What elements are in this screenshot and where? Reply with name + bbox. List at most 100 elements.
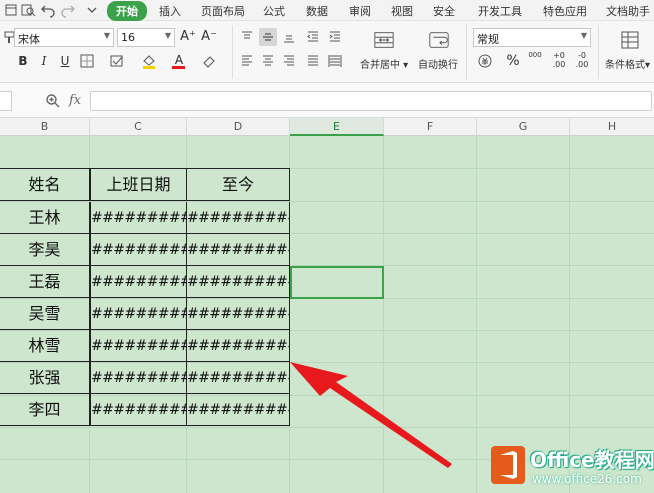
date-cell[interactable]: ######### — [90, 362, 187, 394]
font-name-select[interactable]: 宋体 ▼ — [14, 28, 114, 47]
tab-security[interactable]: 安全 — [433, 3, 455, 19]
shrink-font-button[interactable]: A⁻ — [200, 28, 218, 46]
currency-icon[interactable] — [476, 52, 494, 70]
bold-button[interactable]: B — [14, 52, 32, 70]
name-cell[interactable]: 王林 — [0, 202, 90, 234]
fill-color-icon[interactable] — [140, 52, 158, 70]
indent-increase-icon[interactable] — [326, 28, 344, 46]
until-now-cell[interactable]: ########## — [187, 266, 290, 298]
name-cell[interactable]: 李昊 — [0, 234, 90, 266]
font-size-value: 16 — [121, 31, 135, 44]
ribbon-divider — [466, 25, 467, 79]
distributed-align-icon[interactable] — [326, 52, 344, 70]
align-right-icon[interactable] — [280, 52, 298, 70]
customize-toolbar-icon[interactable] — [84, 2, 100, 18]
tab-insert[interactable]: 插入 — [159, 3, 181, 19]
name-cell[interactable]: 张强 — [0, 362, 90, 394]
undo-icon[interactable] — [40, 2, 56, 18]
until-now-cell[interactable]: ########## — [187, 202, 290, 234]
column-header-d[interactable]: D — [187, 118, 290, 136]
date-cell[interactable]: ######### — [90, 202, 187, 234]
tab-view[interactable]: 视图 — [391, 3, 413, 19]
tab-page-layout[interactable]: 页面布局 — [201, 3, 245, 19]
decrease-decimal-button[interactable]: -0 .00 — [572, 51, 592, 69]
tab-data[interactable]: 数据 — [306, 3, 328, 19]
watermark-url: www.office26.com — [532, 472, 642, 486]
date-cell[interactable]: ######### — [90, 266, 187, 298]
header-cell-name[interactable]: 姓名 — [0, 169, 90, 201]
wrap-text-button[interactable]: 自动换行 — [418, 56, 458, 71]
watermark-logo: Office教程网 www.office26.com — [488, 442, 654, 493]
tab-formulas[interactable]: 公式 — [263, 3, 285, 19]
tab-home[interactable]: 开始 — [107, 1, 147, 21]
name-box[interactable] — [0, 91, 12, 111]
eraser-icon[interactable] — [200, 52, 218, 70]
print-preview-icon[interactable] — [3, 2, 19, 18]
until-now-cell[interactable]: ########## — [187, 330, 290, 362]
column-header-c[interactable]: C — [90, 118, 187, 136]
formula-input[interactable] — [90, 91, 652, 111]
formula-bar: fx — [0, 83, 654, 118]
column-headers: B C D E F G H — [0, 118, 654, 136]
font-color-button[interactable]: A — [170, 51, 188, 69]
underline-button[interactable]: U — [56, 52, 74, 70]
percent-button[interactable]: % — [504, 52, 522, 70]
grow-font-button[interactable]: A⁺ — [179, 28, 197, 46]
tab-doc-assistant[interactable]: 文档助手 — [606, 3, 650, 19]
name-cell[interactable]: 林雪 — [0, 330, 90, 362]
column-header-g[interactable]: G — [477, 118, 570, 136]
conditional-format-label: 条件格式 — [605, 60, 645, 71]
chevron-down-icon: ▼ — [580, 31, 587, 40]
align-bottom-icon[interactable] — [280, 28, 298, 46]
header-cell-until-now[interactable]: 至今 — [187, 169, 290, 201]
merge-center-button[interactable]: 合并居中 ▾ — [360, 56, 408, 71]
header-cell-start-date[interactable]: 上班日期 — [90, 169, 187, 201]
until-now-cell[interactable]: ########## — [187, 298, 290, 330]
fx-icon[interactable]: fx — [69, 93, 81, 108]
name-cell[interactable]: 李四 — [0, 394, 90, 426]
name-cell[interactable]: 王磊 — [0, 266, 90, 298]
date-cell[interactable]: ######### — [90, 234, 187, 266]
zoom-search-icon[interactable] — [45, 93, 63, 111]
indent-decrease-icon[interactable] — [304, 28, 322, 46]
tab-special-apps[interactable]: 特色应用 — [543, 3, 587, 19]
align-center-icon[interactable] — [259, 52, 277, 70]
until-now-cell[interactable]: ########## — [187, 362, 290, 394]
italic-button[interactable]: I — [35, 52, 53, 70]
date-cell[interactable]: ######### — [90, 330, 187, 362]
column-header-h[interactable]: H — [570, 118, 654, 136]
annotation-arrow — [290, 362, 452, 468]
borders-icon[interactable] — [78, 52, 96, 70]
column-header-e[interactable]: E — [290, 118, 384, 136]
ribbon-divider — [232, 25, 233, 79]
name-cell[interactable]: 吴雪 — [0, 298, 90, 330]
until-now-cell[interactable]: ########## — [187, 394, 290, 426]
font-size-select[interactable]: 16 ▼ — [117, 28, 175, 47]
conditional-format-icon[interactable] — [619, 29, 641, 51]
align-left-icon[interactable] — [238, 52, 256, 70]
find-icon[interactable] — [20, 2, 36, 18]
menu-bar: 开始 插入 页面布局 公式 数据 审阅 视图 安全 开发工具 特色应用 文档助手 — [0, 0, 654, 21]
date-cell[interactable]: ######### — [90, 394, 187, 426]
redo-icon[interactable] — [60, 2, 76, 18]
conditional-format-button[interactable]: 条件格式▾ — [605, 56, 650, 71]
tab-review[interactable]: 审阅 — [349, 3, 371, 19]
number-format-select[interactable]: 常规 ▼ — [473, 28, 591, 47]
align-top-icon[interactable] — [238, 28, 256, 46]
office-logo-icon — [491, 446, 525, 484]
merge-center-icon[interactable] — [372, 29, 396, 51]
until-now-cell[interactable]: ########## — [187, 234, 290, 266]
date-cell[interactable]: ######### — [90, 298, 187, 330]
tab-developer[interactable]: 开发工具 — [478, 3, 522, 19]
column-header-f[interactable]: F — [384, 118, 477, 136]
increase-decimal-button[interactable]: +0 .00 — [549, 51, 569, 69]
thousands-button[interactable]: 000 — [526, 51, 544, 69]
font-color-swatch — [172, 66, 185, 69]
column-header-b[interactable]: B — [0, 118, 90, 136]
justify-icon[interactable] — [304, 52, 322, 70]
align-middle-icon[interactable] — [259, 28, 277, 46]
selected-cell-e[interactable] — [290, 266, 384, 299]
arrow-shape — [290, 362, 452, 468]
cell-style-icon[interactable] — [108, 52, 126, 70]
wrap-text-icon[interactable] — [427, 29, 451, 51]
